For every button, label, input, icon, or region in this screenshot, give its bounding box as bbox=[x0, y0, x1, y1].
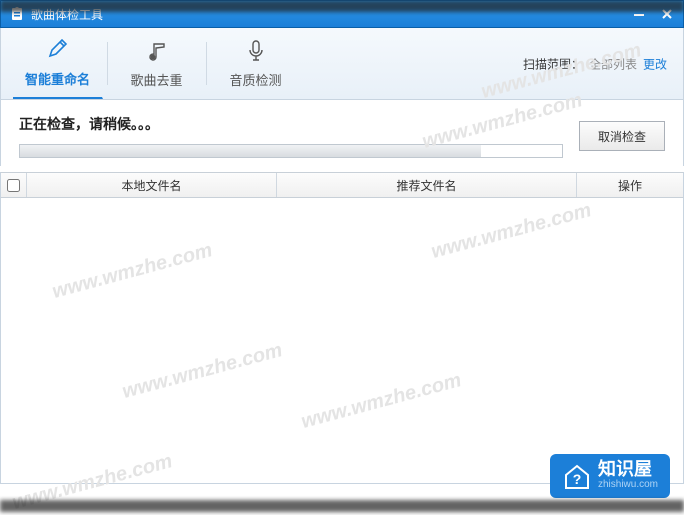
window-title: 歌曲体检工具 bbox=[31, 6, 631, 23]
tab-dedup[interactable]: 歌曲去重 bbox=[112, 28, 202, 99]
status-area: 正在检查，请稍候。。。 取消检查 bbox=[0, 100, 684, 166]
tab-separator bbox=[206, 42, 207, 85]
tab-quality[interactable]: 音质检测 bbox=[211, 28, 301, 99]
table-body bbox=[0, 198, 684, 484]
select-all-cell bbox=[1, 173, 27, 197]
progress-fill bbox=[20, 145, 481, 157]
tab-label: 智能重命名 bbox=[25, 69, 90, 88]
column-local-filename: 本地文件名 bbox=[27, 173, 277, 197]
pencil-icon bbox=[45, 37, 71, 63]
house-question-icon: ? bbox=[562, 461, 592, 491]
column-action: 操作 bbox=[577, 173, 683, 197]
tab-label: 音质检测 bbox=[229, 70, 281, 89]
cancel-check-button[interactable]: 取消检查 bbox=[579, 121, 665, 151]
tab-separator bbox=[107, 42, 108, 85]
scan-scope: 扫描范围： 全部列表 更改 bbox=[523, 55, 667, 72]
column-recommend-filename: 推荐文件名 bbox=[277, 173, 577, 197]
svg-text:?: ? bbox=[573, 471, 582, 487]
status-text: 正在检查，请稍候。。。 bbox=[19, 114, 563, 134]
tab-label: 歌曲去重 bbox=[130, 70, 182, 89]
scan-scope-value: 全部列表 bbox=[589, 55, 637, 72]
close-button[interactable] bbox=[659, 6, 675, 22]
microphone-icon bbox=[243, 38, 269, 64]
tab-smart-rename[interactable]: 智能重命名 bbox=[13, 28, 103, 99]
music-note-icon bbox=[144, 38, 170, 64]
app-icon bbox=[9, 6, 25, 22]
titlebar: 歌曲体检工具 bbox=[0, 0, 684, 28]
brand-name-en: zhishiwu.com bbox=[598, 478, 658, 492]
minimize-button[interactable] bbox=[631, 6, 647, 22]
brand-badge: ? 知识屋 zhishiwu.com bbox=[550, 454, 670, 498]
table-header: 本地文件名 推荐文件名 操作 bbox=[0, 172, 684, 198]
toolbar: 智能重命名 歌曲去重 音质检测 扫描范围： 全部列表 更改 bbox=[0, 28, 684, 100]
scan-scope-change-link[interactable]: 更改 bbox=[643, 55, 667, 72]
progress-bar bbox=[19, 144, 563, 158]
brand-name-cn: 知识屋 bbox=[598, 460, 658, 478]
select-all-checkbox[interactable] bbox=[7, 179, 20, 192]
scan-scope-label: 扫描范围： bbox=[523, 55, 583, 72]
